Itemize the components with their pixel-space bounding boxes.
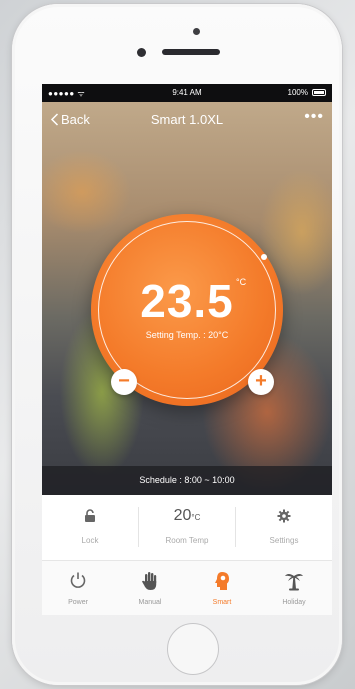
lock-control[interactable]: Lock [42, 495, 138, 560]
schedule-bar[interactable]: Schedule : 8:00 ~ 10:00 [42, 466, 332, 495]
tab-manual-label: Manual [138, 599, 162, 606]
room-temp-unit: °C [191, 513, 201, 522]
settings-control[interactable]: Settings [236, 495, 332, 560]
tab-manual[interactable]: Manual [114, 561, 186, 615]
dial-knob[interactable] [261, 254, 267, 260]
page-title: Smart 1.0XL [150, 112, 224, 127]
room-temp-label: Room Temp [165, 536, 209, 545]
increase-temp-button[interactable]: + [248, 369, 274, 395]
room-temp-number: 20 [173, 507, 192, 524]
front-sensor [193, 28, 200, 35]
tab-smart[interactable]: Smart [186, 561, 258, 615]
battery-percent: 100% [287, 88, 308, 97]
tab-bar: Power Manual Smart Holiday [42, 561, 332, 615]
tab-power-label: Power [68, 599, 88, 606]
room-temp-display: 20°C Room Temp [139, 495, 235, 560]
earpiece-speaker [162, 49, 220, 55]
setting-temperature: Setting Temp. : 20°C [145, 330, 229, 340]
home-button[interactable] [167, 623, 219, 675]
power-icon [42, 571, 114, 591]
settings-label: Settings [269, 536, 299, 545]
info-row: Lock 20°C Room Temp Settings [42, 495, 332, 561]
current-temperature: 23.5 [140, 275, 234, 327]
more-icon[interactable]: ••• [304, 108, 324, 126]
tab-holiday-label: Holiday [282, 599, 306, 606]
tab-power[interactable]: Power [42, 561, 114, 615]
smart-head-icon [186, 571, 258, 591]
temperature-dial[interactable]: 23.5 °C Setting Temp. : 20°C − + [91, 214, 283, 406]
front-camera [137, 48, 146, 57]
lock-icon [42, 509, 138, 525]
phone-frame: ●●●●● ᯤ 9:41 AM 100% Back Smart 1.0XL ••… [12, 4, 342, 685]
tab-smart-label: Smart [212, 599, 232, 606]
decrease-temp-button[interactable]: − [111, 369, 137, 395]
room-temp-value: 20°C [139, 507, 235, 525]
nav-bar: Back Smart 1.0XL ••• [42, 102, 332, 138]
temperature-unit: °C [236, 277, 247, 287]
status-bar: ●●●●● ᯤ 9:41 AM 100% [42, 84, 332, 102]
gear-icon [236, 509, 332, 525]
tab-holiday[interactable]: Holiday [258, 561, 330, 615]
hand-icon [114, 571, 186, 591]
battery-icon [312, 89, 326, 96]
lock-label: Lock [81, 536, 99, 545]
hero-background: Back Smart 1.0XL ••• 23.5 °C Setting Tem… [42, 102, 332, 495]
palm-tree-icon [258, 571, 330, 591]
screen: ●●●●● ᯤ 9:41 AM 100% Back Smart 1.0XL ••… [42, 84, 332, 615]
